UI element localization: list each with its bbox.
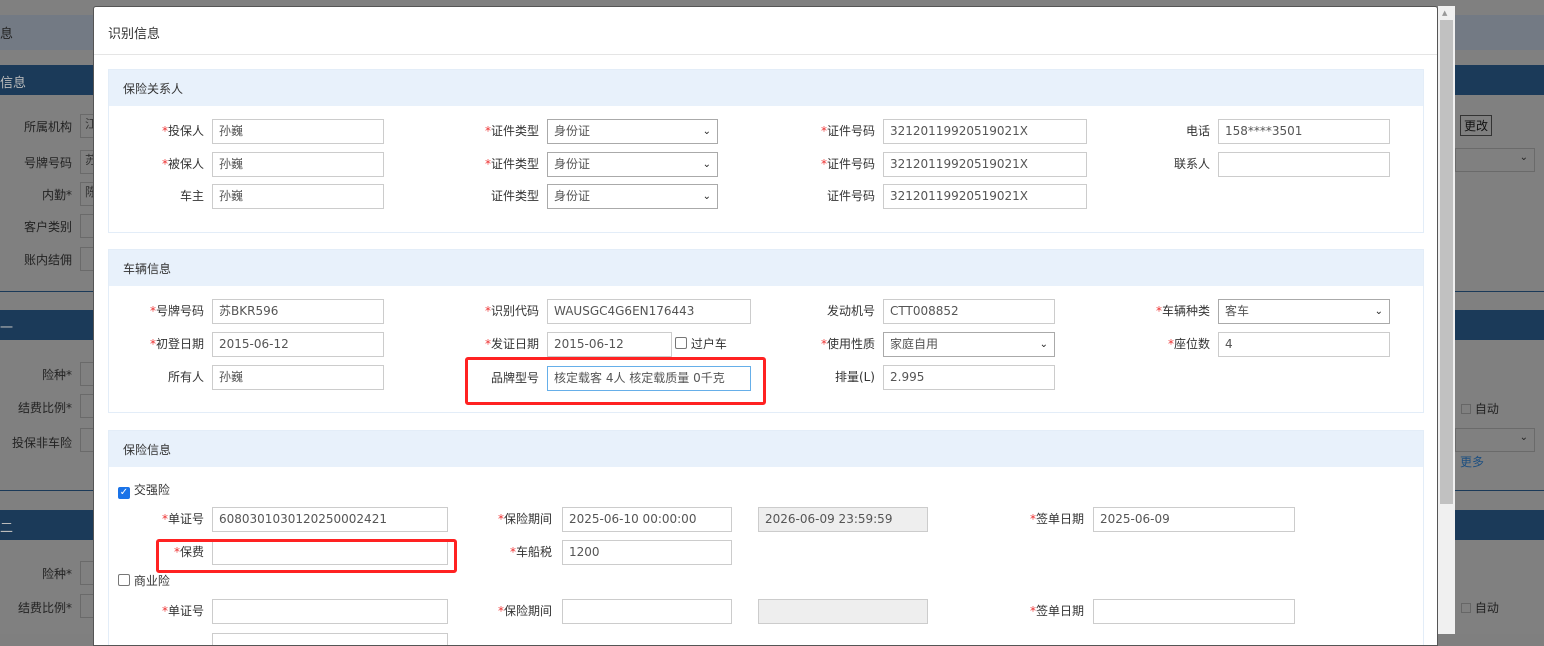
change-button[interactable]: 更改 xyxy=(1460,115,1493,136)
highlight-box xyxy=(156,539,457,573)
section-title: 保险信息 xyxy=(109,431,1423,467)
reg-date-input[interactable]: 2015-06-12 xyxy=(212,332,384,357)
label: *签单日期 xyxy=(1029,604,1084,618)
vehicle-tax-input[interactable]: 1200 xyxy=(562,540,732,565)
label: *保险期间 xyxy=(497,604,552,618)
comm-cert-input[interactable] xyxy=(212,599,448,624)
vin-input[interactable]: WAUSGC4G6EN176443 xyxy=(547,299,751,324)
end-date-input: 2026-06-09 23:59:59 xyxy=(758,507,928,532)
label: *证件号码 xyxy=(820,124,875,138)
comm-start-input[interactable] xyxy=(562,599,732,624)
recognition-dialog: 识别信息 保险关系人 *投保人 孙巍 *被保人 孙巍 车主 孙巍 *证件类型 身… xyxy=(93,6,1438,646)
label: *投保人 xyxy=(161,124,204,138)
label: 所有人 xyxy=(167,370,204,384)
label: *单证号 xyxy=(161,512,204,526)
start-date-input[interactable]: 2025-06-10 00:00:00 xyxy=(562,507,732,532)
label: *使用性质 xyxy=(820,337,875,351)
label: *证件类型 xyxy=(484,157,539,171)
label: *证件类型 xyxy=(484,124,539,138)
dialog-scrollbar[interactable]: ▲ xyxy=(1438,6,1455,634)
label: *座位数 xyxy=(1167,337,1210,351)
label: *单证号 xyxy=(161,604,204,618)
label: *证件号码 xyxy=(820,157,875,171)
label: 车主 xyxy=(179,189,204,203)
highlight-box xyxy=(465,357,766,405)
bg-label: 结费比例* xyxy=(17,601,72,615)
scrollbar-thumb[interactable] xyxy=(1440,20,1453,504)
bg-label: 结费比例* xyxy=(17,401,72,415)
idno-input[interactable]: 32120119920519021X xyxy=(883,152,1087,177)
issue-date-input[interactable]: 2015-06-12 xyxy=(547,332,672,357)
more-link[interactable]: 更多 xyxy=(1460,453,1484,470)
bg-label: 账内结佣 xyxy=(23,253,72,267)
label: *号牌号码 xyxy=(149,304,204,318)
label: *识别代码 xyxy=(484,304,539,318)
label: *初登日期 xyxy=(149,337,204,351)
comm-end-input xyxy=(758,599,928,624)
dialog-title: 识别信息 xyxy=(108,27,161,42)
idtype-select[interactable]: 身份证 ⌄ xyxy=(547,152,718,177)
idno-input[interactable]: 32120119920519021X xyxy=(883,184,1087,209)
bg-select[interactable]: ⌄ xyxy=(1455,148,1535,172)
displacement-input[interactable]: 2.995 xyxy=(883,365,1055,390)
usage-select[interactable]: 家庭自用 ⌄ xyxy=(883,332,1055,357)
engine-input[interactable]: CTT008852 xyxy=(883,299,1055,324)
holder-input[interactable]: 孙巍 xyxy=(212,365,384,390)
label: *发证日期 xyxy=(484,337,539,351)
bg-select[interactable]: ⌄ xyxy=(1455,428,1535,452)
label: *被保人 xyxy=(161,157,204,171)
plate-input[interactable]: 苏BKR596 xyxy=(212,299,384,324)
bg-label: 内勤* xyxy=(41,188,72,202)
transfer-checkbox[interactable]: 过户车 xyxy=(675,337,727,351)
label: 证件号码 xyxy=(826,189,875,203)
seats-input[interactable]: 4 xyxy=(1218,332,1390,357)
label: 发动机号 xyxy=(826,304,875,318)
bg-label: 号牌号码 xyxy=(23,156,72,170)
label: *保险期间 xyxy=(497,512,552,526)
label: 排量(L) xyxy=(834,370,875,384)
idtype-select[interactable]: 身份证 ⌄ xyxy=(547,184,718,209)
owner-input[interactable]: 孙巍 xyxy=(212,184,384,209)
policyholder-input[interactable]: 孙巍 xyxy=(212,119,384,144)
phone-input[interactable]: 158****3501 xyxy=(1218,119,1390,144)
idno-input[interactable]: 32120119920519021X xyxy=(883,119,1087,144)
ctp-cert-input[interactable]: 608030103012025000242​1 xyxy=(212,507,448,532)
bg-label: 险种* xyxy=(41,567,72,581)
scroll-up-icon[interactable]: ▲ xyxy=(1442,9,1447,17)
comm-sign-input[interactable] xyxy=(1093,599,1295,624)
label: 电话 xyxy=(1185,124,1210,138)
label: *车辆种类 xyxy=(1155,304,1210,318)
label: 证件类型 xyxy=(490,189,539,203)
insured-input[interactable]: 孙巍 xyxy=(212,152,384,177)
label: *车船税 xyxy=(509,545,552,559)
bg-label: 险种* xyxy=(41,368,72,382)
idtype-select[interactable]: 身份证 ⌄ xyxy=(547,119,718,144)
auto-checkbox[interactable]: 自动 xyxy=(1461,400,1499,417)
bg-label: 客户类别 xyxy=(23,220,72,234)
section-title: 保险关系人 xyxy=(109,70,1423,106)
next-input[interactable] xyxy=(212,633,448,645)
commercial-checkbox[interactable]: 商业险 xyxy=(118,574,170,588)
label: 联系人 xyxy=(1173,157,1210,171)
contact-input[interactable] xyxy=(1218,152,1390,177)
sign-date-input[interactable]: 2025-06-09 xyxy=(1093,507,1295,532)
vehicle-type-select[interactable]: 客车 ⌄ xyxy=(1218,299,1390,324)
bg-label: 投保非车险 xyxy=(11,436,72,450)
divider xyxy=(94,54,1437,55)
ctp-checkbox[interactable]: ✓ 交强险 xyxy=(118,483,170,499)
label: *签单日期 xyxy=(1029,512,1084,526)
bg-label: 所属机构 xyxy=(23,120,72,134)
section-title: 车辆信息 xyxy=(109,250,1423,286)
auto-checkbox[interactable]: 自动 xyxy=(1461,599,1499,616)
